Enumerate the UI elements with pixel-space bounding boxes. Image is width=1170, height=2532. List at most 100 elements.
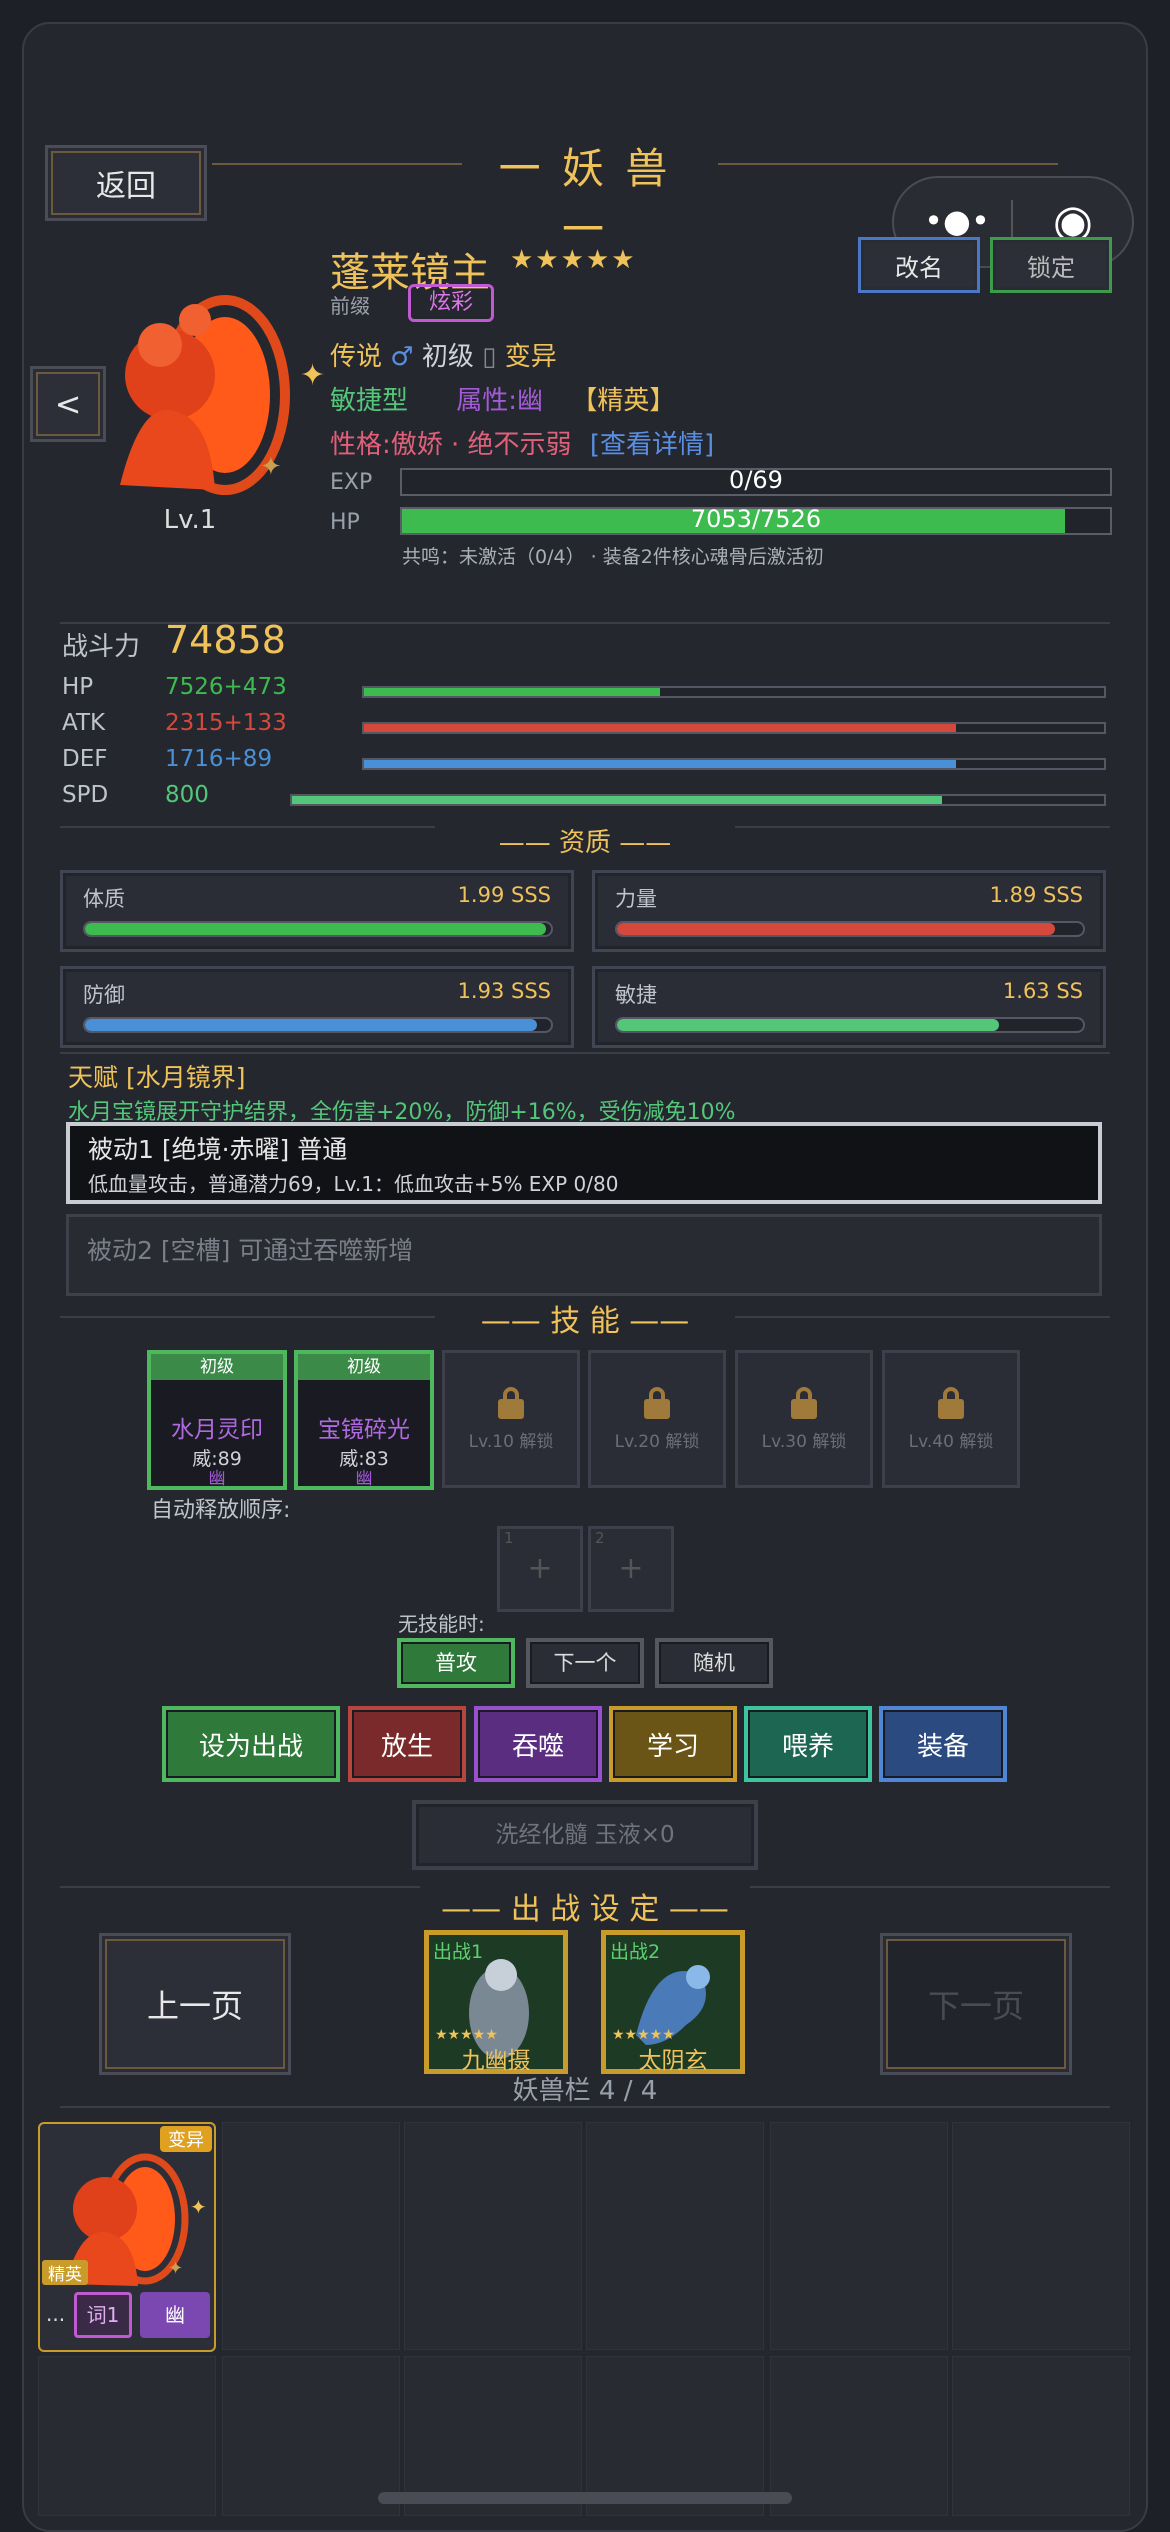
stat-value: 1716+89	[165, 746, 273, 772]
aptitude-bar	[615, 1017, 1085, 1033]
aptitude-panel: 敏捷 1.63 SS	[592, 966, 1106, 1048]
battle-title: —— 出 战 设 定 ——	[420, 1884, 750, 1928]
attr-text: 属性:幽	[456, 386, 544, 416]
action-button[interactable]: 喂养	[744, 1706, 872, 1782]
hp-value: 7053/7526	[690, 505, 822, 533]
slot-tag: 出战1	[433, 1941, 484, 1963]
mode-next-button[interactable]: 下一个	[526, 1638, 644, 1688]
refine-button[interactable]: 洗经化髓 玉液×0	[412, 1800, 758, 1870]
lock-icon	[498, 1386, 524, 1419]
locked-skill-slot[interactable]: Lv.30 解锁	[735, 1350, 873, 1488]
beast-stars: ★★★★★	[510, 245, 637, 275]
aptitude-bar-fill	[85, 1019, 538, 1031]
aptitude-bar	[83, 1017, 553, 1033]
roster-slot[interactable]	[952, 2122, 1130, 2350]
stage-text: 初级	[421, 342, 474, 372]
aptitude-panel: 力量 1.89 SSS	[592, 870, 1106, 952]
beast-line3: 性格:傲娇 · 绝不示弱 [查看详情]	[330, 424, 714, 461]
title-line-right	[718, 163, 1058, 165]
mode-attack-button[interactable]: 普攻	[397, 1638, 515, 1688]
talent-title: 天赋 [水月镜界]	[68, 1063, 246, 1092]
aptitude-name: 力量	[615, 887, 657, 911]
hp-label: HP	[330, 510, 360, 535]
divider	[60, 1052, 1110, 1054]
action-button[interactable]: 装备	[879, 1706, 1007, 1782]
rename-button[interactable]: 改名	[858, 237, 980, 293]
next-page-button[interactable]: 下一页	[880, 1933, 1072, 2075]
roster-slot[interactable]	[586, 2122, 764, 2350]
svg-text:✦: ✦	[190, 2195, 207, 2219]
action-button[interactable]: 学习	[609, 1706, 737, 1782]
roster-slot[interactable]	[222, 2356, 400, 2516]
combat-value: 74858	[165, 618, 286, 662]
more-icon[interactable]: •●•	[922, 202, 992, 240]
lock-icon	[644, 1386, 670, 1419]
plus-icon: +	[618, 1551, 644, 1586]
stat-bar	[362, 722, 1106, 734]
tier-text: 【精英】	[571, 386, 676, 416]
skill-card[interactable]: 初级 宝镜碎光 威:83 幽	[294, 1350, 434, 1490]
aptitude-bar	[83, 921, 553, 937]
aptitude-grade: 1.93 SSS	[457, 979, 551, 1003]
passive-2[interactable]: 被动2 [空槽] 可通过吞噬新增	[66, 1214, 1102, 1296]
action-button[interactable]: 吞噬	[474, 1706, 602, 1782]
beast-line2: 敏捷型 属性:幽 【精英】	[330, 380, 675, 417]
locked-skill-slot[interactable]: Lv.20 解锁	[588, 1350, 726, 1488]
skill-attr: 幽	[355, 1469, 373, 1489]
action-button[interactable]: 设为出战	[162, 1706, 340, 1782]
detail-link[interactable]: [查看详情]	[590, 430, 714, 460]
roster-slot[interactable]	[404, 2122, 582, 2350]
order-slot-num: 2	[595, 1529, 605, 1547]
action-button[interactable]: 放生	[348, 1706, 466, 1782]
prev-beast-button[interactable]: <	[30, 366, 106, 442]
divider	[60, 2106, 1110, 2108]
locked-skill-slot[interactable]: Lv.10 解锁	[442, 1350, 580, 1488]
beast-level: Lv.1	[163, 505, 217, 535]
locked-skill-slot[interactable]: Lv.40 解锁	[882, 1350, 1020, 1488]
prev-page-button[interactable]: 上一页	[99, 1933, 291, 2075]
variant-text: 变异	[504, 342, 557, 372]
order-slot[interactable]: 1 +	[497, 1526, 583, 1612]
roster-slot[interactable]	[770, 2122, 948, 2350]
lock-icon	[938, 1386, 964, 1419]
aptitude-grade: 1.63 SS	[1002, 979, 1083, 1003]
roster-slot[interactable]	[38, 2356, 216, 2516]
beast-line1: 传说 ♂ 初级 ▯ 变异	[330, 336, 557, 373]
lock-button[interactable]: 锁定	[990, 237, 1112, 293]
attr-button[interactable]: 幽	[140, 2292, 210, 2338]
prefix-badge[interactable]: 炫彩	[408, 284, 494, 322]
personality-text: 性格:傲娇 · 绝不示弱	[330, 430, 572, 460]
battle-slot-1[interactable]: 出战1 ★★★★★ 九幽摄	[424, 1930, 568, 2074]
order-slot[interactable]: 2 +	[588, 1526, 674, 1612]
stat-bar-fill	[364, 724, 956, 732]
separator-icon: ▯	[482, 342, 497, 372]
stat-name: HP	[62, 674, 94, 700]
skill-name: 宝镜碎光	[318, 1417, 410, 1443]
roster-slot[interactable]	[222, 2122, 400, 2350]
svg-text:✦: ✦	[260, 452, 282, 482]
slot-tag: 出战2	[610, 1941, 661, 1963]
roster-label: 妖兽栏 4 / 4	[512, 2076, 658, 2106]
back-button[interactable]: 返回	[45, 145, 207, 221]
affix-button[interactable]: 词1	[74, 2292, 132, 2338]
skill-tier: 初级	[151, 1354, 283, 1380]
skill-card[interactable]: 初级 水月灵印 威:89 幽	[147, 1350, 287, 1490]
roster-slot[interactable]	[952, 2356, 1130, 2516]
home-indicator	[378, 2492, 792, 2504]
title-line-left	[212, 163, 462, 165]
svg-text:✦: ✦	[300, 358, 325, 393]
svg-text:✦: ✦	[168, 2258, 183, 2279]
passive-1[interactable]: 被动1 [绝境·赤曜] 普通 低血量攻击，普通潜力69，Lv.1：低血攻击+5%…	[66, 1122, 1102, 1204]
aptitude-grade: 1.99 SSS	[457, 883, 551, 907]
unlock-level: Lv.30 解锁	[761, 1431, 847, 1452]
battle-slot-2[interactable]: 出战2 ★★★★★ 太阴玄	[601, 1930, 745, 2074]
plus-icon: +	[527, 1551, 553, 1586]
stat-bar	[290, 794, 1106, 806]
skill-tier: 初级	[298, 1354, 430, 1380]
aptitude-name: 防御	[83, 983, 125, 1007]
roster-card[interactable]: ✦ ✦ 变异 精英 ... 词1 幽	[38, 2122, 216, 2352]
roster-slot[interactable]	[770, 2356, 948, 2516]
unlock-level: Lv.10 解锁	[468, 1431, 554, 1452]
mode-random-button[interactable]: 随机	[655, 1638, 773, 1688]
no-skill-label: 无技能时:	[398, 1612, 485, 1636]
